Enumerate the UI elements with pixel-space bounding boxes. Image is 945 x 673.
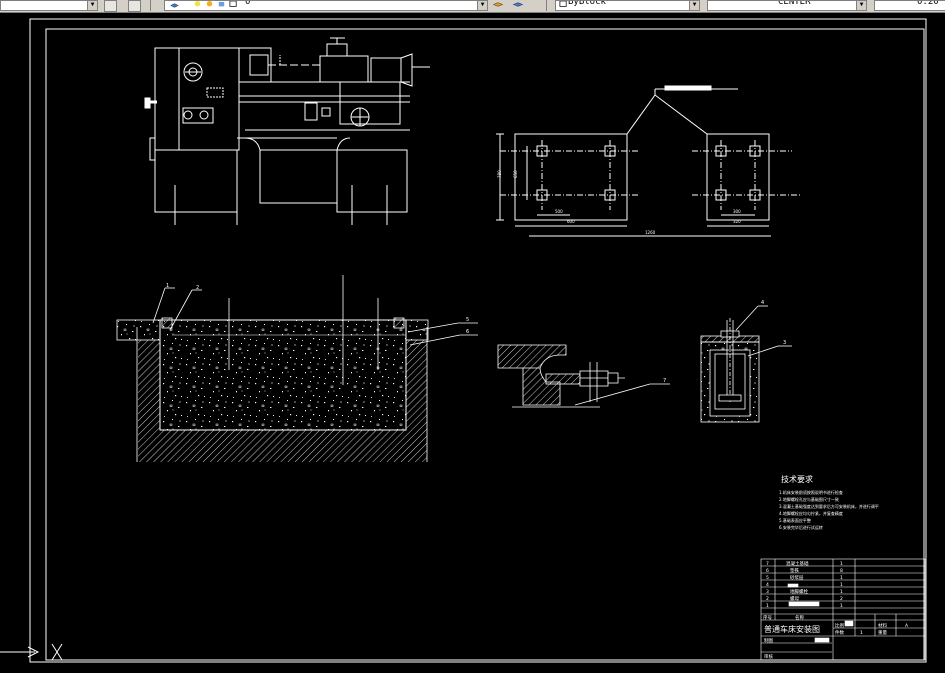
svg-text:1260: 1260: [645, 230, 656, 235]
linetype2-combo[interactable]: CENTER ▼: [707, 0, 867, 11]
drawing-canvas[interactable]: 780 650 600 500 1260 300 320 1 2 5 6 7 4…: [0, 13, 945, 673]
svg-text:2: 2: [840, 596, 843, 602]
svg-text:500: 500: [555, 209, 563, 214]
svg-text:制图: 制图: [764, 637, 773, 644]
svg-text:1.机床安装前须按照说明书进行检查: 1.机床安装前须按照说明书进行检查: [779, 489, 843, 495]
dimension-labels: 780 650 600 500 1260 300 320: [497, 170, 741, 235]
lineweight-combo[interactable]: 0.20: [874, 0, 945, 11]
svg-text:1: 1: [166, 283, 169, 289]
linetype2-name: CENTER: [778, 0, 811, 7]
svg-text:2: 2: [766, 596, 769, 602]
layer-manager-button[interactable]: [104, 0, 117, 12]
linetype-swatch-icon: [559, 1, 567, 7]
svg-text:5: 5: [766, 575, 769, 581]
sun-icon: [206, 1, 213, 7]
parts-list: [760, 558, 926, 661]
title-block-name: 普通车床安装图: [764, 624, 820, 634]
svg-text:砂浆层: 砂浆层: [790, 574, 804, 581]
svg-text:比例: 比例: [835, 622, 844, 629]
svg-text:4: 4: [761, 300, 764, 306]
svg-text:2.地脚螺栓孔应与基础图尺寸一致: 2.地脚螺栓孔应与基础图尺寸一致: [779, 496, 839, 502]
svg-text:1: 1: [840, 603, 843, 609]
chevron-down-icon[interactable]: ▼: [477, 1, 487, 10]
svg-text:8: 8: [840, 568, 843, 574]
layer-prev-icon[interactable]: [492, 0, 504, 9]
lathe-elevation: [144, 37, 430, 225]
notes-title: 技术要求: [781, 474, 813, 484]
toolbar: ▼ 0 ▼ ByBlock ▼ CENTER ▼ 0.20: [0, 0, 945, 13]
lineweight-value: 0.20: [917, 0, 939, 7]
anchor-bolt-detail: 4 3: [700, 300, 792, 423]
svg-text:螺母: 螺母: [790, 595, 799, 602]
svg-text:材料: 材料: [878, 622, 887, 629]
svg-text:1: 1: [840, 582, 843, 588]
svg-text:650: 650: [513, 170, 518, 178]
svg-text:垫铁: 垫铁: [790, 567, 799, 574]
svg-text:混凝土基础: 混凝土基础: [786, 560, 809, 567]
svg-text:780: 780: [497, 170, 502, 178]
ucs-icon: [0, 643, 63, 661]
linetype-name: ByBlock: [568, 0, 606, 7]
chevron-down-icon[interactable]: ▼: [87, 1, 97, 10]
layer-state-button[interactable]: [128, 0, 141, 12]
svg-text:7: 7: [663, 378, 666, 384]
svg-text:600: 600: [567, 219, 575, 224]
svg-text:300: 300: [733, 209, 741, 214]
svg-text:1: 1: [766, 603, 769, 609]
match-prop-icon[interactable]: [512, 0, 524, 9]
svg-text:5: 5: [466, 317, 469, 323]
technical-notes: 技术要求 1.机床安装前须按照说明书进行检查 2.地脚螺栓孔应与基础图尺寸一致 …: [779, 474, 879, 530]
svg-text:7: 7: [766, 561, 769, 567]
svg-text:6: 6: [766, 568, 769, 574]
foundation-section: 1 2 5 6: [116, 275, 478, 462]
svg-text:3: 3: [783, 340, 786, 346]
svg-text:1: 1: [860, 630, 863, 636]
linetype-combo[interactable]: ByBlock ▼: [555, 0, 700, 11]
svg-text:地脚螺栓: 地脚螺栓: [790, 588, 808, 595]
svg-text:4.地脚螺栓应均匀拧紧，并复查精度: 4.地脚螺栓应均匀拧紧，并复查精度: [779, 510, 843, 516]
parts-list-text: 7 混凝土基础 1 6 垫铁 8 5 砂浆层 1 4 1 3 地脚螺栓 1 2 …: [763, 560, 909, 660]
layer-combo[interactable]: 0 ▼: [164, 0, 488, 11]
color-icon: [229, 1, 237, 7]
lock-icon: [218, 1, 225, 7]
layer-name: 0: [245, 0, 251, 7]
foundation-plan: [496, 85, 800, 237]
svg-text:3: 3: [766, 589, 769, 595]
svg-text:2: 2: [196, 285, 199, 291]
svg-text:件数: 件数: [835, 629, 844, 636]
chevron-down-icon[interactable]: ▼: [689, 1, 699, 10]
svg-text:4: 4: [766, 582, 769, 588]
svg-text:审核: 审核: [764, 653, 773, 660]
svg-text:重量: 重量: [878, 629, 887, 636]
chevron-down-icon[interactable]: ▼: [856, 1, 866, 10]
svg-text:序号: 序号: [763, 614, 772, 621]
bulb-icon: [194, 1, 201, 7]
svg-text:1: 1: [840, 575, 843, 581]
svg-text:5.基础表面应平整: 5.基础表面应平整: [779, 517, 811, 523]
shim-detail: 7: [497, 344, 670, 408]
svg-text:1: 1: [840, 589, 843, 595]
svg-text:320: 320: [733, 219, 741, 224]
svg-text:1: 1: [840, 561, 843, 567]
workspace-combo[interactable]: ▼: [0, 0, 98, 11]
svg-text:3.混凝土基础强度达到要求后方可安装机床，并进行调平: 3.混凝土基础强度达到要求后方可安装机床，并进行调平: [779, 503, 879, 509]
svg-text:6: 6: [466, 329, 469, 335]
svg-text:名称: 名称: [795, 614, 804, 621]
svg-text:6.安装完毕后进行试运转: 6.安装完毕后进行试运转: [779, 524, 823, 530]
layer-icon: [170, 3, 179, 8]
